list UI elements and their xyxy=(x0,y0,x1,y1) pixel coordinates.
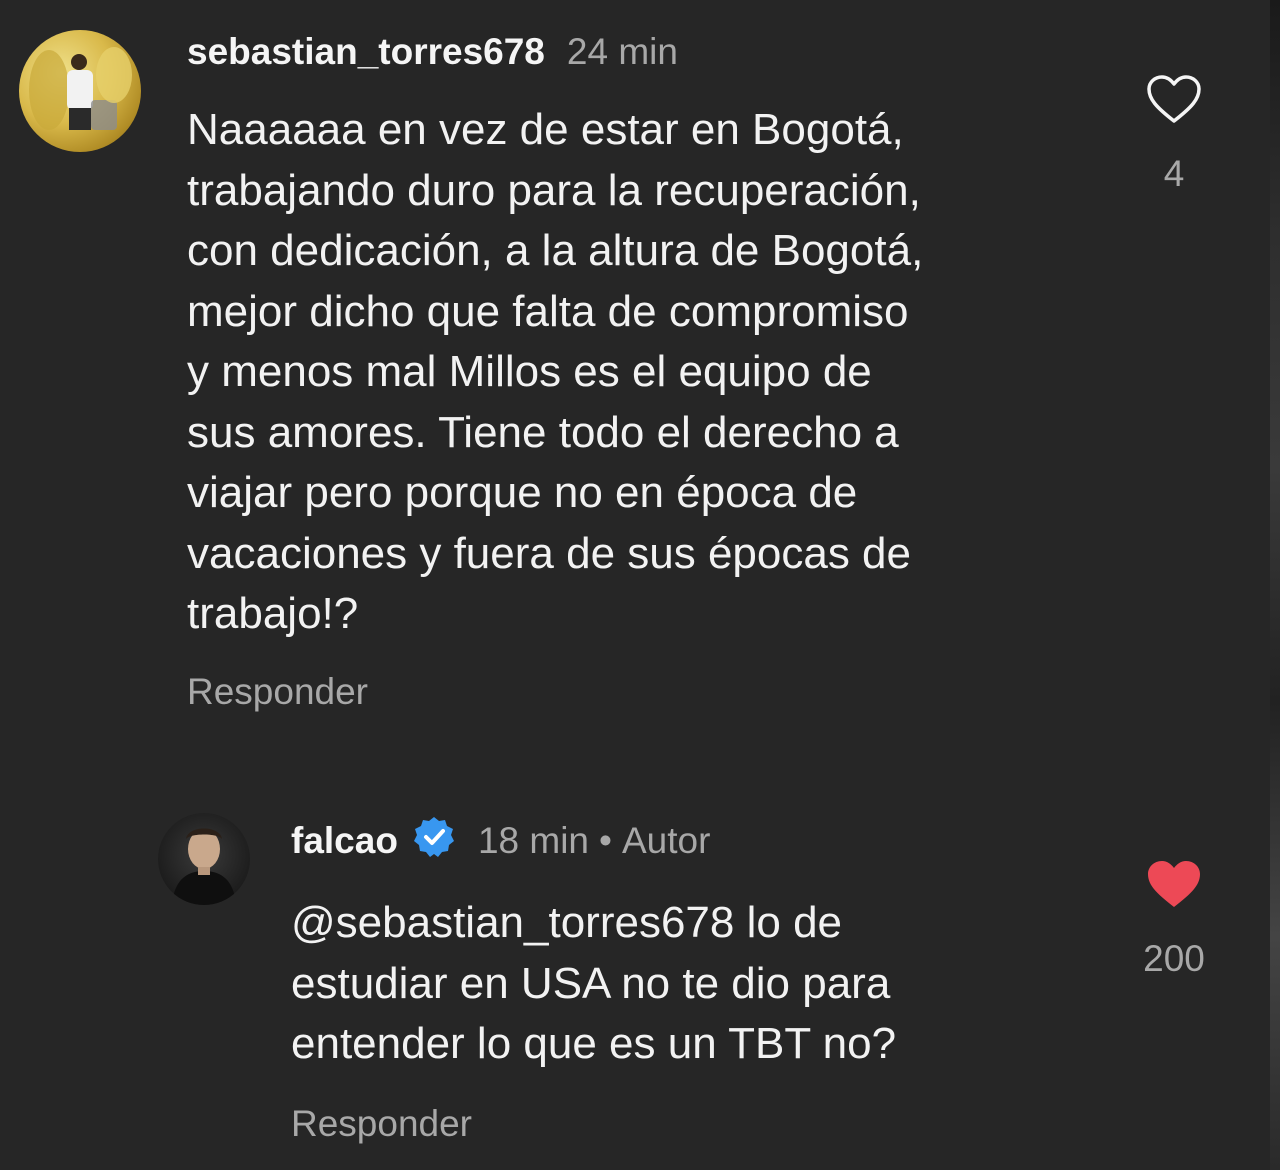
comment-text: Naaaaaa en vez de estar en Bogotá, traba… xyxy=(187,105,924,638)
timestamp: 18 min xyxy=(477,820,589,861)
background-edge xyxy=(1270,0,1280,1170)
verified-badge-icon xyxy=(412,815,456,859)
heart-outline-icon[interactable] xyxy=(1146,75,1202,125)
avatar[interactable] xyxy=(158,813,250,905)
reply-button[interactable]: Responder xyxy=(187,670,368,714)
like-count: 200 xyxy=(1143,938,1205,979)
reply-button[interactable]: Responder xyxy=(291,1102,472,1146)
username[interactable]: sebastian_torres678 xyxy=(187,31,545,72)
like-count: 4 xyxy=(1163,153,1185,194)
username[interactable]: falcao xyxy=(291,820,398,861)
avatar-photo xyxy=(172,828,236,905)
timestamp: 24 min xyxy=(566,31,678,72)
separator-dot: • xyxy=(599,820,612,861)
author-label: Autor xyxy=(621,820,711,861)
comment-text: @sebastian_torres678 lo de estudiar en U… xyxy=(291,898,897,1068)
comment-header: sebastian_torres678 24 min xyxy=(187,30,678,74)
avatar-photo xyxy=(29,47,132,130)
comment-header: falcao 18 min • Autor xyxy=(291,815,710,863)
avatar[interactable] xyxy=(19,30,141,152)
heart-filled-icon[interactable] xyxy=(1146,860,1202,910)
comment: sebastian_torres678 24 min Naaaaaa en vez… xyxy=(0,0,1270,760)
